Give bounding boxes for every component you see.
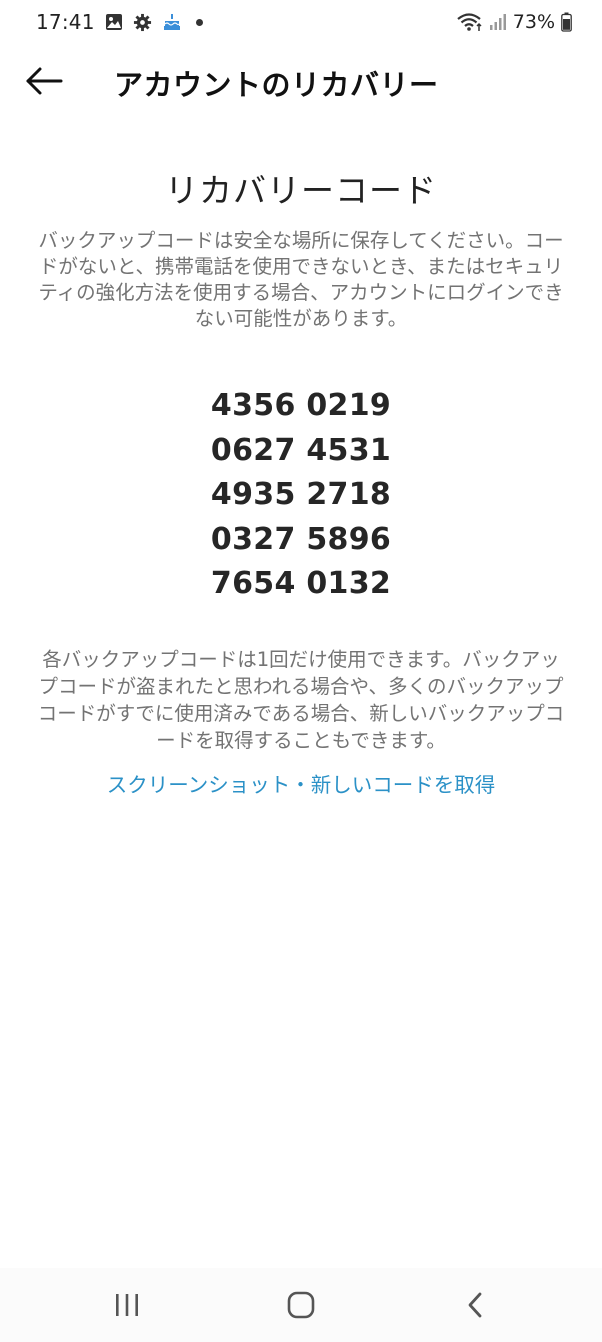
recent-apps-button[interactable] xyxy=(87,1275,167,1335)
notification-dot xyxy=(195,18,203,26)
navigation-bar xyxy=(0,1268,602,1342)
recent-apps-icon xyxy=(116,1294,138,1316)
wifi-icon xyxy=(457,12,483,32)
status-right: 73% xyxy=(457,11,572,33)
battery-percentage: 73% xyxy=(512,11,555,33)
status-left: 17:41 xyxy=(36,10,203,34)
codes-list: 4356 0219 0627 4531 4935 2718 0327 5896 … xyxy=(0,384,602,607)
back-chevron-icon xyxy=(468,1292,482,1318)
home-icon xyxy=(287,1291,315,1319)
signal-icon xyxy=(489,13,507,31)
usage-note: 各バックアップコードは1回だけ使用できます。バックアップコードが盗まれたと思われ… xyxy=(37,648,565,752)
cake-icon xyxy=(162,12,182,32)
recovery-codes-title: リカバリーコード xyxy=(165,171,437,210)
arrow-left-icon xyxy=(26,67,63,95)
status-time: 17:41 xyxy=(36,10,95,34)
recovery-code: 0327 5896 xyxy=(210,521,392,557)
intro-text: バックアップコードは安全な場所に保存してください。コードがないと、携帯電話を使用… xyxy=(38,229,564,330)
settings-icon xyxy=(133,13,152,32)
recovery-code: 4935 2718 xyxy=(210,477,392,512)
system-back-button[interactable] xyxy=(435,1275,515,1335)
gallery-icon xyxy=(105,13,123,31)
battery-icon xyxy=(561,12,572,32)
back-button[interactable] xyxy=(22,61,66,101)
header: アカウントのリカバリー xyxy=(0,48,602,114)
status-bar: 17:41 73% xyxy=(0,0,602,44)
recovery-code: 0627 4531 xyxy=(210,432,392,468)
home-button[interactable] xyxy=(261,1275,341,1335)
recovery-code: 4356 0219 xyxy=(210,388,392,423)
recovery-code: 7654 0132 xyxy=(210,566,392,601)
screenshot-new-codes-link[interactable]: スクリーンショット・新しいコードを取得 xyxy=(0,768,602,798)
page-title: アカウントのリカバリー xyxy=(114,68,439,102)
screen: 17:41 73% アカウントのリカバリー リカバリーコード バックアップコード… xyxy=(0,0,602,1342)
